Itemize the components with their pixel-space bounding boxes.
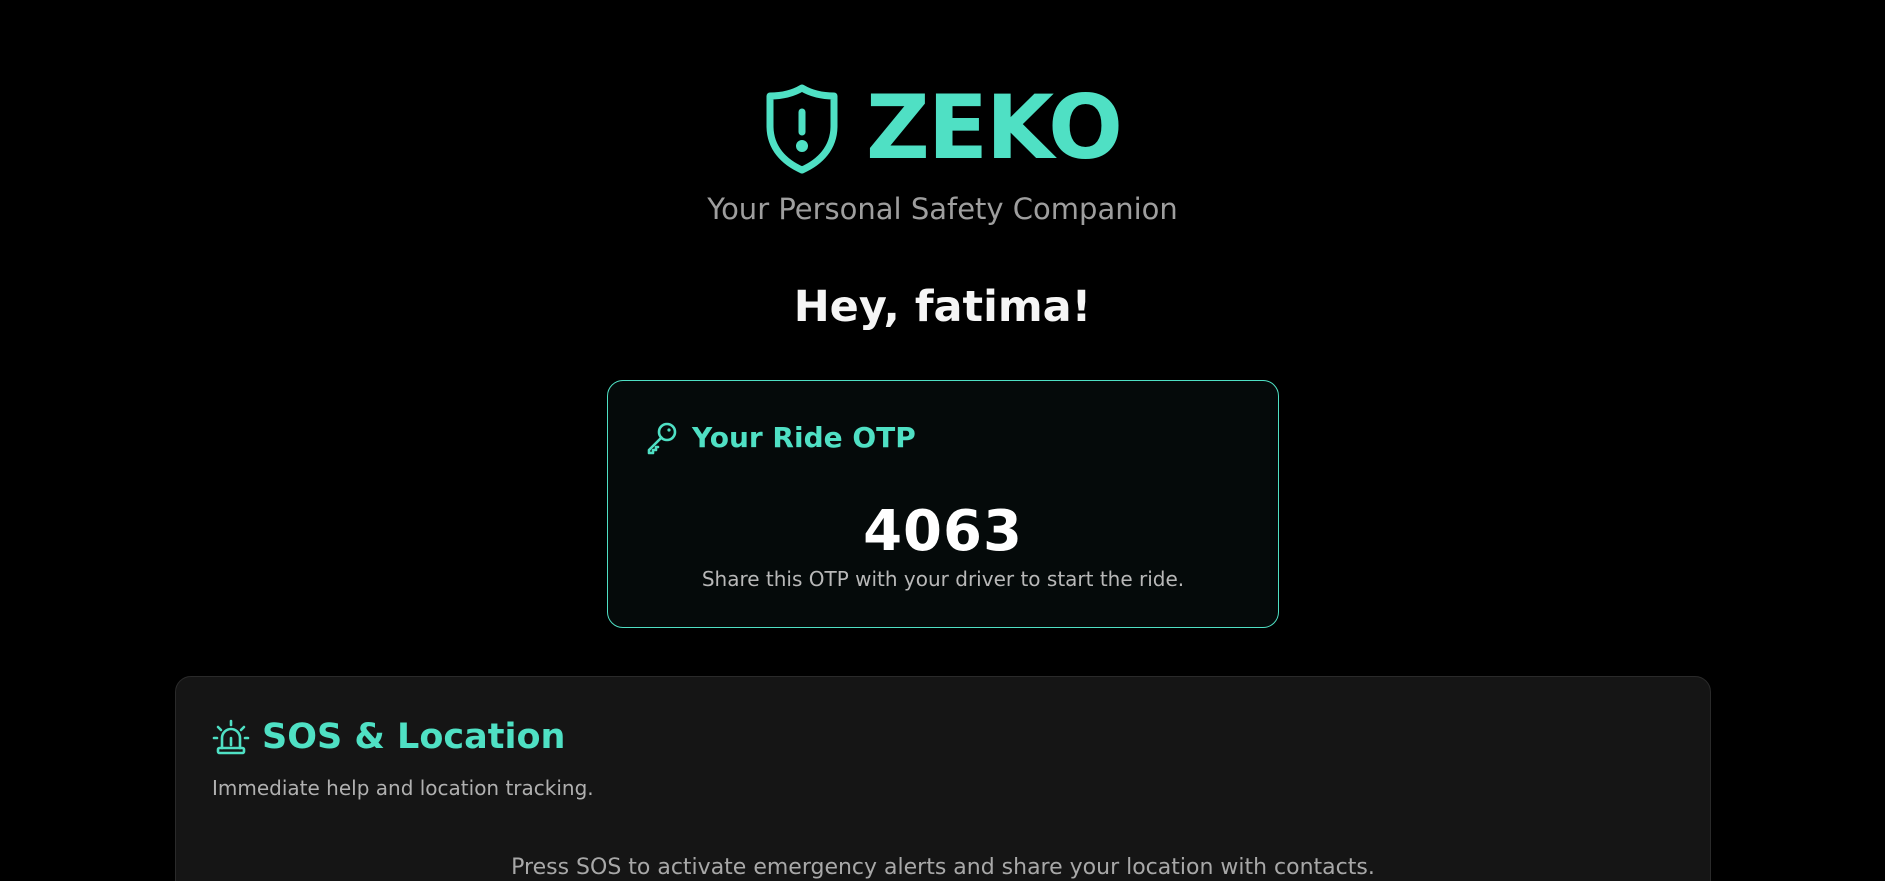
sos-card-header: SOS & Location (212, 717, 565, 757)
sos-card-title: SOS & Location (262, 717, 566, 757)
sos-card-subtitle: Immediate help and location tracking. (212, 776, 594, 800)
greeting: Hey, fatima! (793, 282, 1092, 332)
shield-alert-icon (766, 84, 838, 174)
brand-header: ZEKO (0, 82, 1885, 174)
otp-hint: Share this OTP with your driver to start… (701, 567, 1185, 591)
tagline: Your Personal Safety Companion (707, 192, 1178, 226)
siren-icon (212, 719, 250, 755)
otp-card: Your Ride OTP 4063 Share this OTP with y… (607, 380, 1279, 628)
otp-card-header: Your Ride OTP (644, 419, 916, 455)
sos-instructions: Press SOS to activate emergency alerts a… (511, 855, 1375, 880)
brand-name: ZEKO (866, 76, 1123, 179)
otp-card-title: Your Ride OTP (692, 420, 916, 454)
key-icon (647, 422, 677, 455)
otp-code: 4063 (863, 499, 1023, 564)
page: ZEKO Your Personal Safety Companion Hey,… (0, 0, 1885, 881)
sos-card: SOS & Location Immediate help and locati… (175, 676, 1711, 881)
